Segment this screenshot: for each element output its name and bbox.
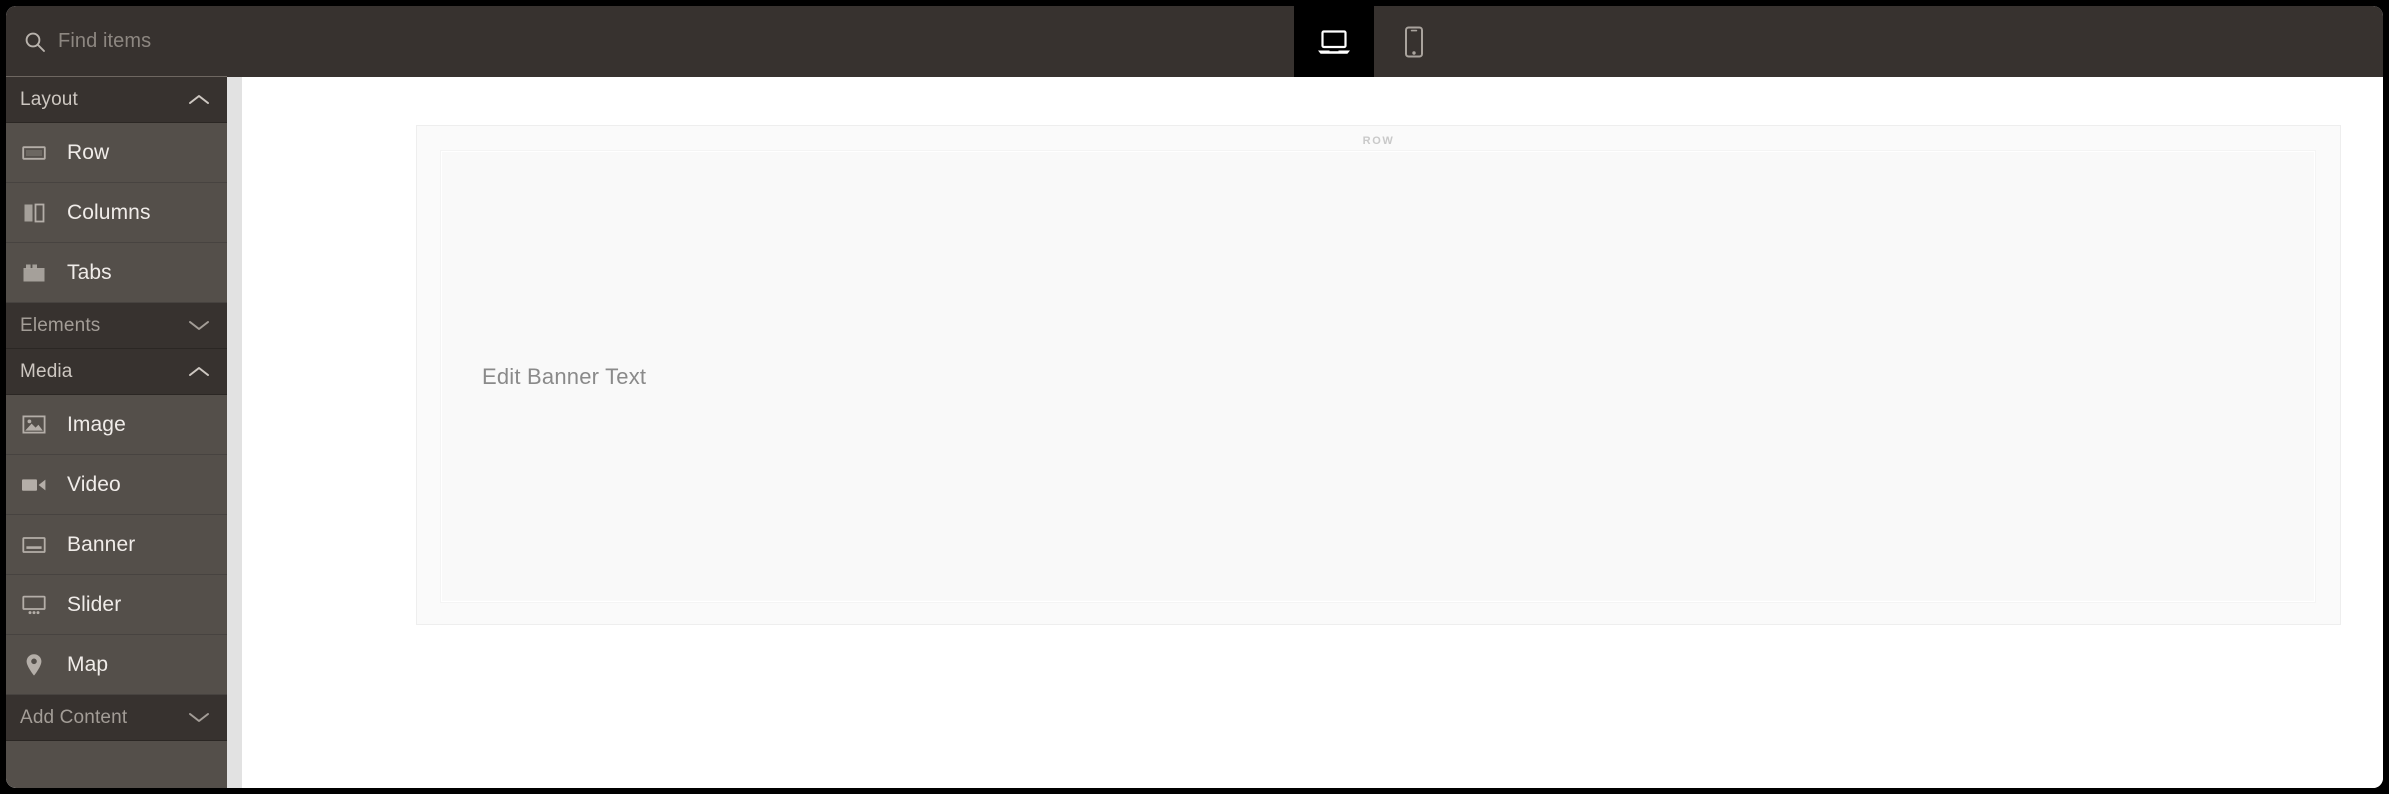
sidebar-section-layout[interactable]: Layout [6,77,227,123]
sidebar-item-label: Row [67,140,110,164]
sidebar-item-slider[interactable]: Slider [6,575,227,635]
sidebar-section-elements[interactable]: Elements [6,303,227,349]
row-icon [20,141,48,165]
image-icon [20,413,48,437]
sidebar-item-row[interactable]: Row [6,123,227,183]
sidebar-item-label: Video [67,472,121,496]
sidebar-item-columns[interactable]: Columns [6,183,227,243]
row-container[interactable]: ROW Edit Banner Text [416,125,2341,625]
search-input[interactable] [58,30,478,53]
sidebar-item-partial[interactable] [6,741,227,781]
sidebar-item-label: Columns [67,200,151,224]
chevron-up-icon [189,95,209,104]
laptop-icon [1318,29,1350,54]
sidebar-item-tabs[interactable]: Tabs [6,243,227,303]
app-root: Layout Row [0,0,2389,794]
columns-icon [20,201,48,225]
sidebar-item-banner[interactable]: Banner [6,515,227,575]
mobile-phone-icon [1405,26,1423,57]
banner-icon [20,533,48,557]
device-desktop-button[interactable] [1294,6,1374,77]
device-preview-toggle [1294,6,1454,77]
row-label: ROW [1362,135,1395,147]
sidebar-item-label: Image [67,412,126,436]
sidebar-item-image[interactable]: Image [6,395,227,455]
sidebar-item-label: Map [67,652,109,676]
banner-placeholder-text[interactable]: Edit Banner Text [482,364,646,390]
device-mobile-button[interactable] [1374,6,1454,77]
sidebar-section-add-content[interactable]: Add Content [6,695,227,741]
chevron-up-icon [189,367,209,376]
page-canvas[interactable]: ROW Edit Banner Text [242,77,2383,788]
search-box[interactable] [6,6,1294,77]
sidebar-item-label: Banner [67,532,136,556]
banner-element[interactable]: Edit Banner Text [440,150,2316,603]
map-pin-icon [20,653,48,677]
top-toolbar [6,6,2383,77]
sidebar-section-label: Layout [20,88,78,110]
sidebar-gutter [227,77,242,788]
sidebar-section-media[interactable]: Media [6,349,227,395]
sidebar-item-video[interactable]: Video [6,455,227,515]
chevron-down-icon [189,713,209,722]
sidebar-section-label: Elements [20,314,101,336]
sidebar-item-label: Slider [67,592,122,616]
video-camera-icon [20,473,48,497]
sidebar-section-label: Add Content [20,706,128,728]
chevron-down-icon [189,321,209,330]
component-sidebar[interactable]: Layout Row Columns Tabs Elements Media I… [6,77,227,788]
sidebar-item-label: Tabs [67,260,112,284]
sidebar-item-map[interactable]: Map [6,635,227,695]
slider-icon [20,593,48,617]
search-icon [25,32,45,52]
app-frame: Layout Row [6,6,2383,788]
tabs-icon [20,261,48,285]
sidebar-section-label: Media [20,360,73,382]
